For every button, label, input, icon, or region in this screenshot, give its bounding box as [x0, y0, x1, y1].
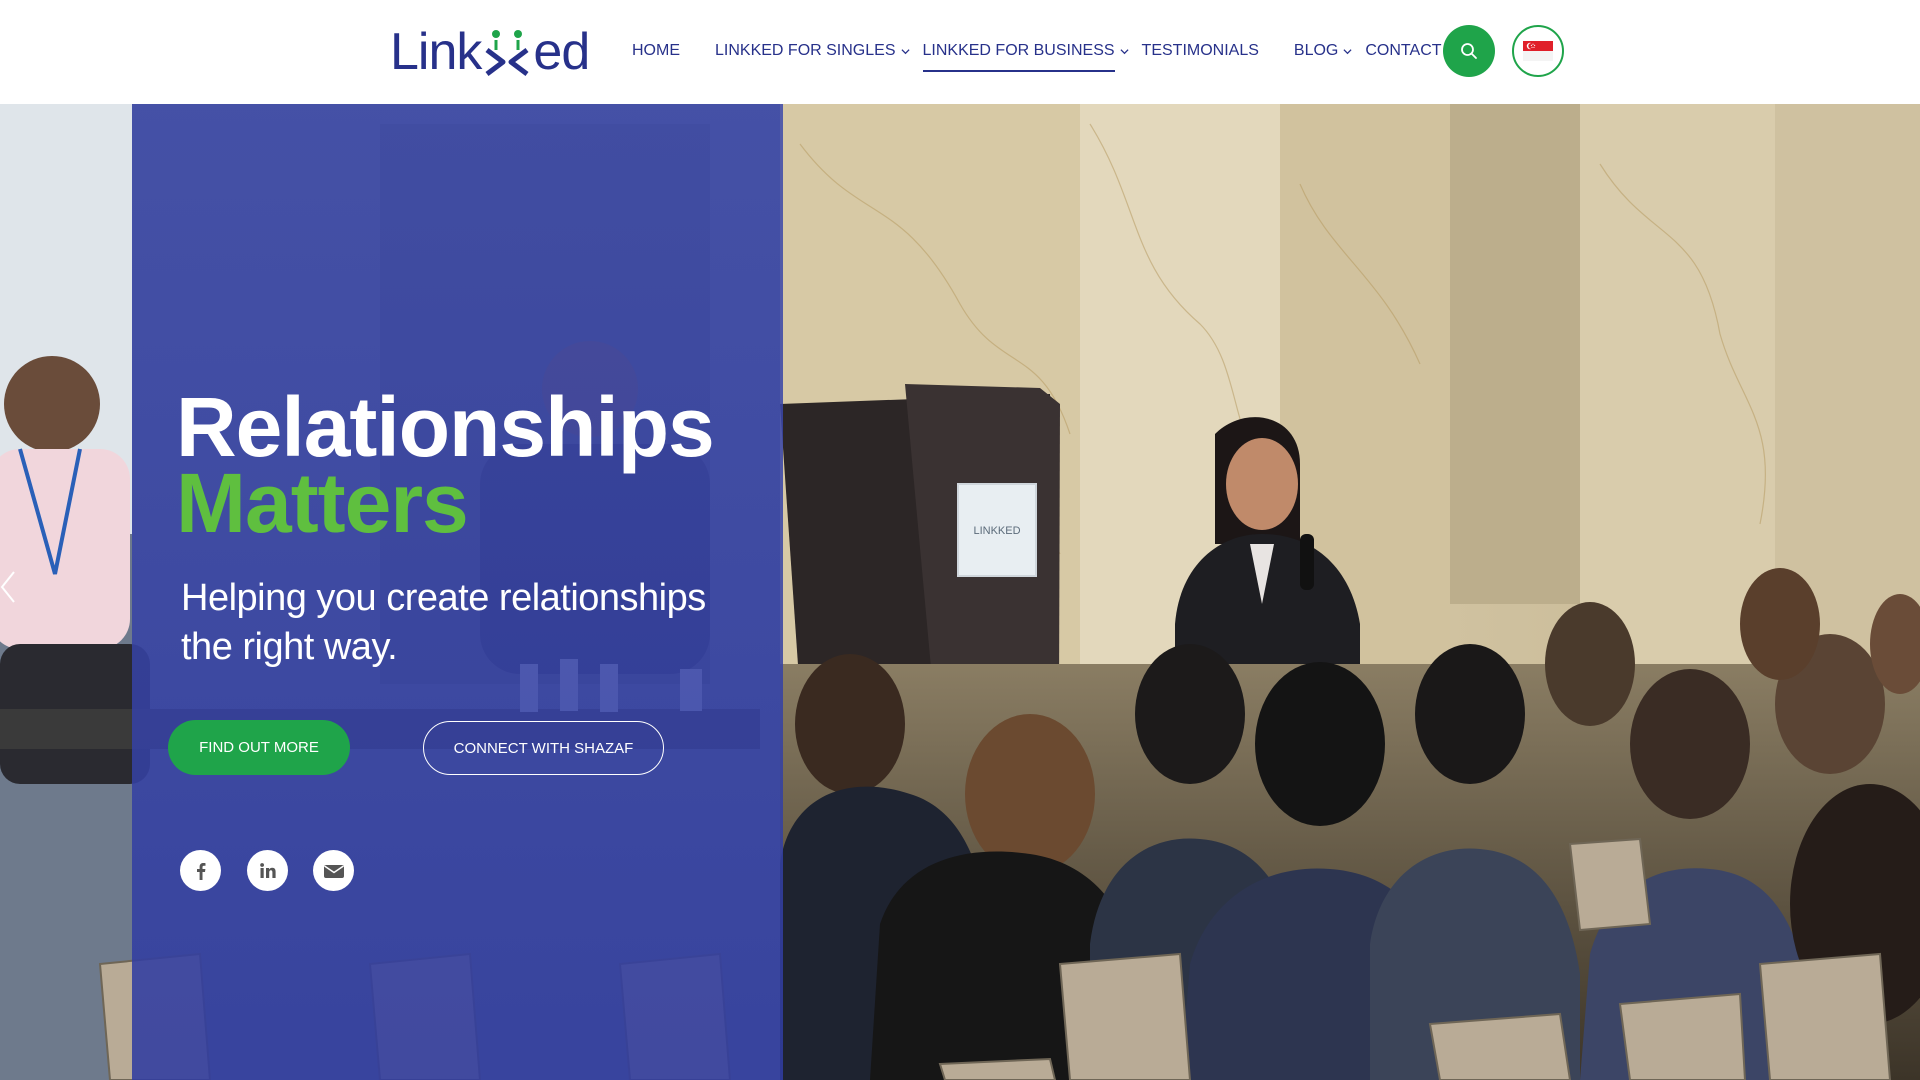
- nav-testimonials-label: TESTIMONIALS: [1141, 42, 1259, 59]
- chevron-down-icon: [900, 48, 910, 54]
- country-selector-button[interactable]: [1512, 25, 1564, 77]
- hero-subtitle: Helping you create relationships the rig…: [181, 574, 761, 672]
- facebook-link[interactable]: [180, 850, 221, 891]
- logo-text-left: Link: [390, 23, 482, 81]
- chevron-down-icon: [1120, 48, 1129, 54]
- chevron-down-icon: [1343, 48, 1352, 54]
- email-link[interactable]: [313, 850, 354, 891]
- chevron-left-icon: [0, 571, 15, 603]
- site-header: Link ed HOME LINKKED FOR SINGLES LINKKED…: [0, 0, 1920, 104]
- find-out-more-button[interactable]: FIND OUT MORE: [168, 720, 350, 775]
- search-icon: [1461, 43, 1477, 59]
- linkked-logo[interactable]: Link ed: [390, 23, 590, 81]
- hero-subtitle-line2: the right way.: [181, 626, 398, 668]
- logo-kk-mark: [481, 24, 533, 80]
- slider-prev-arrow[interactable]: [0, 570, 16, 604]
- email-icon: [323, 864, 344, 878]
- nav-business-label: LINKKED FOR BUSINESS: [922, 38, 1115, 72]
- facebook-icon: [196, 862, 205, 880]
- nav-singles-label: LINKKED FOR SINGLES: [715, 42, 896, 59]
- nav-linkked-for-singles[interactable]: LINKKED FOR SINGLES: [715, 38, 910, 64]
- nav-contact[interactable]: CONTACT: [1365, 38, 1441, 64]
- hero-title-line2: Matters: [176, 456, 469, 550]
- linkedin-link[interactable]: [247, 850, 288, 891]
- hero-section: LINKKED Relationships Matters Helping yo…: [0, 104, 1920, 1080]
- connect-with-shazaf-button[interactable]: CONNECT WITH SHAZAF: [423, 721, 664, 775]
- linkedin-icon: [259, 862, 276, 878]
- nav-home-label: HOME: [632, 42, 680, 59]
- search-button[interactable]: [1443, 25, 1495, 77]
- nav-contact-label: CONTACT: [1365, 42, 1442, 59]
- logo-text-right: ed: [533, 23, 590, 81]
- podium-sign-text: LINKKED: [973, 525, 1020, 537]
- hero-subtitle-line1: Helping you create relationships: [181, 577, 706, 619]
- nav-blog-label: BLOG: [1293, 42, 1339, 59]
- singapore-flag-icon: [1523, 41, 1553, 61]
- main-nav: HOME LINKKED FOR SINGLES LINKKED FOR BUS…: [632, 38, 1442, 72]
- nav-linkked-for-business[interactable]: LINKKED FOR BUSINESS: [922, 38, 1129, 72]
- nav-testimonials[interactable]: TESTIMONIALS: [1142, 38, 1259, 64]
- nav-home[interactable]: HOME: [632, 38, 680, 64]
- nav-blog[interactable]: BLOG: [1294, 38, 1352, 64]
